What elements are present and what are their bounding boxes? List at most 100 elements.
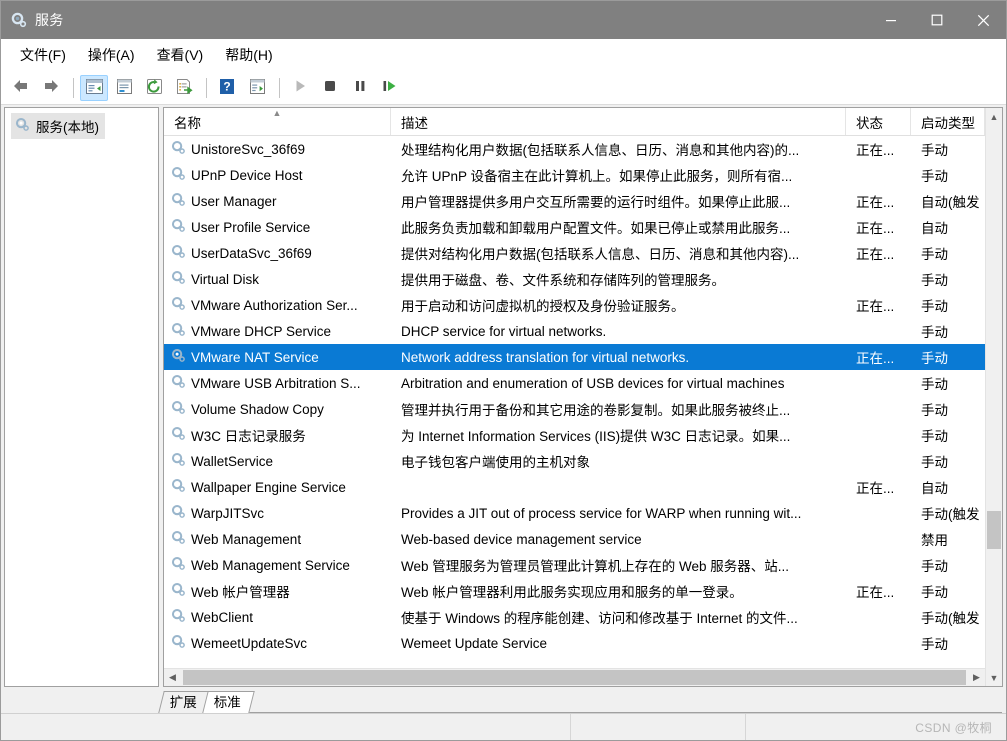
table-row[interactable]: WemeetUpdateSvc Wemeet Update Service 手动 — [164, 630, 985, 656]
scroll-right-button[interactable]: ▶ — [968, 669, 985, 686]
service-rows[interactable]: UnistoreSvc_36f69 处理结构化用户数据(包括联系人信息、日历、消息… — [164, 136, 985, 668]
column-header-description[interactable]: 描述 — [391, 108, 846, 135]
table-row[interactable]: VMware USB Arbitration S... Arbitration a… — [164, 370, 985, 396]
show-action-pane-button[interactable] — [243, 75, 271, 101]
scroll-down-button[interactable]: ▼ — [986, 669, 1002, 686]
maximize-button[interactable] — [914, 1, 960, 39]
restart-service-button[interactable] — [376, 75, 404, 101]
cell-service-name: VMware NAT Service — [164, 348, 391, 366]
cell-status: 正在... — [856, 221, 895, 236]
table-row[interactable]: Wallpaper Engine Service 正在... 自动 — [164, 474, 985, 500]
service-name-label: UnistoreSvc_36f69 — [191, 141, 306, 157]
column-header-startup-type[interactable]: 启动类型 — [911, 108, 985, 135]
back-button[interactable] — [7, 75, 35, 101]
table-row[interactable]: Web Management Service Web 管理服务为管理员管理此计算机… — [164, 552, 985, 578]
cell-startup-type: 手动 — [921, 325, 948, 340]
pause-icon — [352, 78, 368, 97]
table-row[interactable]: WebClient 使基于 Windows 的程序能创建、访问和修改基于 Inte… — [164, 604, 985, 630]
service-name-label: WebClient — [191, 609, 254, 625]
stop-service-button[interactable] — [316, 75, 344, 101]
table-row[interactable]: Web Management Web-based device managemen… — [164, 526, 985, 552]
minimize-button[interactable] — [868, 1, 914, 39]
title-bar: 服务 — [1, 1, 1006, 39]
cell-service-name: VMware DHCP Service — [164, 322, 391, 340]
toolbar-separator — [73, 77, 74, 98]
table-row[interactable]: User Manager 用户管理器提供多用户交互所需要的运行时组件。如果停止此服… — [164, 188, 985, 214]
toolbar: ? — [1, 71, 1006, 105]
menu-view[interactable]: 查看(V) — [146, 41, 215, 69]
table-row[interactable]: VMware Authorization Ser... 用于启动和访问虚拟机的授权… — [164, 292, 985, 318]
refresh-icon — [145, 78, 164, 98]
service-gear-icon — [171, 530, 186, 548]
column-header-status[interactable]: 状态 — [846, 108, 911, 135]
cell-description: 电子钱包客户端使用的主机对象 — [401, 455, 590, 470]
service-gear-icon — [171, 348, 186, 366]
help-button[interactable]: ? — [213, 75, 241, 101]
table-row[interactable]: W3C 日志记录服务 为 Internet Information Service… — [164, 422, 985, 448]
horizontal-scrollbar[interactable]: ◀ ▶ — [164, 668, 985, 686]
cell-startup-type: 手动 — [921, 377, 948, 392]
show-hide-console-tree-button[interactable] — [80, 74, 108, 101]
service-gear-icon — [171, 504, 186, 522]
service-gear-icon — [171, 166, 186, 184]
main-content: 服务(本地) 名称 ▲ 描述 状态 启动类型 UnistoreSvc_36f69… — [1, 105, 1006, 687]
cell-status: 正在... — [856, 351, 895, 366]
service-name-label: User Manager — [191, 193, 277, 209]
toolbar-separator — [279, 77, 280, 98]
status-bar: CSDN @牧桐 — [1, 713, 1006, 740]
cell-startup-type: 禁用 — [921, 533, 948, 548]
menu-help[interactable]: 帮助(H) — [214, 41, 283, 69]
table-row[interactable]: UPnP Device Host 允许 UPnP 设备宿主在此计算机上。如果停止此… — [164, 162, 985, 188]
export-list-button[interactable] — [170, 75, 198, 101]
service-gear-icon — [171, 608, 186, 626]
vertical-scrollbar[interactable]: ▲ ▼ — [985, 108, 1002, 686]
vertical-scroll-track[interactable] — [986, 125, 1002, 669]
cell-service-name: Web 帐户管理器 — [164, 581, 391, 601]
cell-startup-type: 手动 — [921, 403, 948, 418]
menu-file[interactable]: 文件(F) — [9, 41, 77, 69]
play-icon — [292, 78, 308, 97]
cell-service-name: WebClient — [164, 608, 391, 626]
table-row[interactable]: UserDataSvc_36f69 提供对结构化用户数据(包括联系人信息、日历、消… — [164, 240, 985, 266]
service-gear-icon — [171, 218, 186, 236]
horizontal-scroll-track[interactable] — [181, 669, 968, 686]
cell-startup-type: 手动(触发 — [921, 507, 980, 522]
service-gear-icon — [171, 270, 186, 288]
menu-action[interactable]: 操作(A) — [77, 41, 146, 69]
service-gear-icon — [171, 244, 186, 262]
vertical-scroll-thumb[interactable] — [987, 511, 1001, 550]
horizontal-scroll-thumb[interactable] — [183, 670, 966, 685]
table-row[interactable]: Virtual Disk 提供用于磁盘、卷、文件系统和存储阵列的管理服务。 手动 — [164, 266, 985, 292]
service-name-label: WalletService — [191, 453, 274, 469]
start-service-button[interactable] — [286, 75, 314, 101]
tree-item-services-local[interactable]: 服务(本地) — [11, 113, 105, 139]
service-gear-icon — [171, 192, 186, 210]
forward-button[interactable] — [37, 75, 65, 101]
column-header-name[interactable]: 名称 ▲ — [164, 108, 391, 135]
properties-button[interactable] — [110, 75, 138, 101]
list-main: 名称 ▲ 描述 状态 启动类型 UnistoreSvc_36f69 处理结构化用… — [164, 108, 985, 686]
list-body: 名称 ▲ 描述 状态 启动类型 UnistoreSvc_36f69 处理结构化用… — [164, 108, 1002, 686]
close-button[interactable] — [960, 1, 1006, 39]
table-row[interactable]: VMware NAT Service Network address transl… — [164, 344, 985, 370]
tab-standard[interactable]: 标准 — [202, 691, 255, 713]
pause-service-button[interactable] — [346, 75, 374, 101]
scroll-left-button[interactable]: ◀ — [164, 669, 181, 686]
table-row[interactable]: Web 帐户管理器 Web 帐户管理器利用此服务实现应用和服务的单一登录。 正在..… — [164, 578, 985, 604]
cell-service-name: UserDataSvc_36f69 — [164, 244, 391, 262]
cell-startup-type: 手动 — [921, 429, 948, 444]
services-window: 服务 文件(F) 操作(A) 查看(V) 帮助(H) ? 服务(本地) 名称 ▲… — [0, 0, 1007, 741]
cell-description: 允许 UPnP 设备宿主在此计算机上。如果停止此服务，则所有宿... — [401, 169, 793, 184]
table-row[interactable]: VMware DHCP Service DHCP service for virt… — [164, 318, 985, 344]
table-row[interactable]: WarpJITSvc Provides a JIT out of process … — [164, 500, 985, 526]
table-row[interactable]: UnistoreSvc_36f69 处理结构化用户数据(包括联系人信息、日历、消息… — [164, 136, 985, 162]
scroll-up-button[interactable]: ▲ — [986, 108, 1002, 125]
cell-service-name: VMware USB Arbitration S... — [164, 374, 391, 392]
cell-service-name: WemeetUpdateSvc — [164, 634, 391, 652]
service-name-label: Web 帐户管理器 — [191, 585, 290, 600]
table-row[interactable]: Volume Shadow Copy 管理并执行用于备份和其它用途的卷影复制。如果… — [164, 396, 985, 422]
table-row[interactable]: WalletService 电子钱包客户端使用的主机对象 手动 — [164, 448, 985, 474]
view-tabs: 扩展 标准 — [1, 687, 1006, 713]
table-row[interactable]: User Profile Service 此服务负责加载和卸载用户配置文件。如果已… — [164, 214, 985, 240]
refresh-button[interactable] — [140, 75, 168, 101]
